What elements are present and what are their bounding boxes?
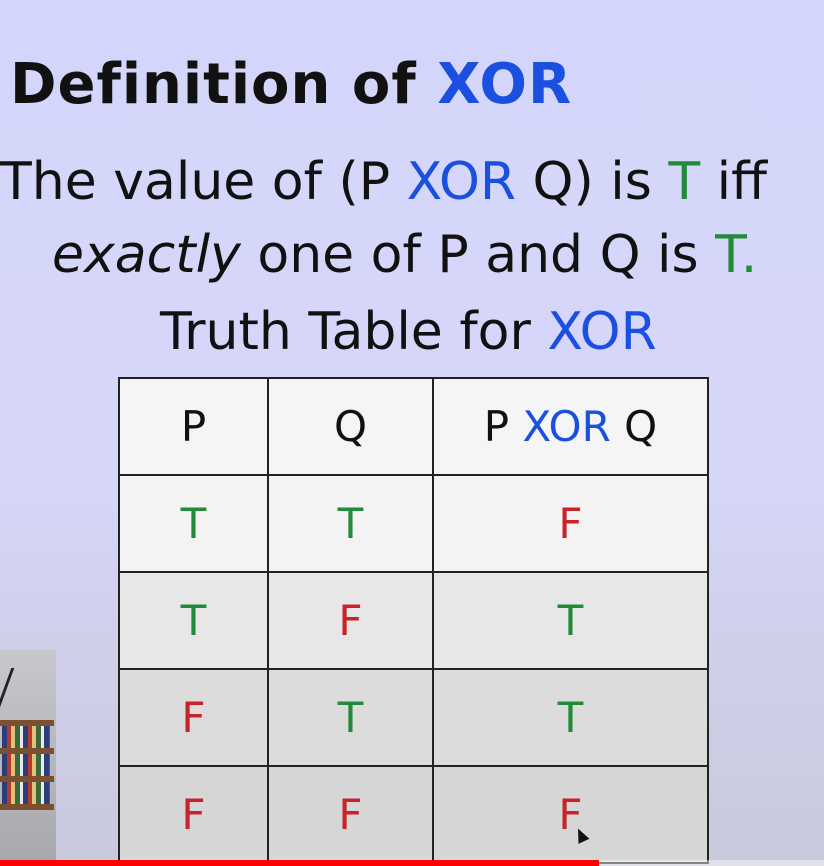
cell-p: F xyxy=(118,765,269,864)
definition-true-value: T xyxy=(668,152,701,212)
cell-p: F xyxy=(118,668,269,767)
header-p: P xyxy=(118,377,269,476)
bookshelf-books xyxy=(2,726,50,748)
cell-p: T xyxy=(118,571,269,670)
cell-result: F xyxy=(432,765,709,864)
table-row: F T T xyxy=(118,668,709,767)
bookshelf-books xyxy=(2,754,50,776)
definition-line-1: The value of (P XOR Q) is T iff xyxy=(0,152,767,212)
truth-table-title-keyword: XOR xyxy=(547,302,657,362)
definition-text: one of P and Q is xyxy=(240,225,716,285)
cell-q: T xyxy=(267,668,434,767)
bookshelf-books xyxy=(2,782,50,804)
video-progress-bar[interactable] xyxy=(0,860,824,866)
slide-title-keyword: XOR xyxy=(437,52,573,117)
header-p-xor-q: P XOR Q xyxy=(432,377,709,476)
cell-result: T xyxy=(432,571,709,670)
definition-operator: XOR xyxy=(406,152,516,212)
definition-text: iff xyxy=(700,152,767,212)
webcam-thumbnail xyxy=(0,650,56,860)
table-row: T F T xyxy=(118,571,709,670)
slide-title-text: Definition of xyxy=(10,52,438,117)
cell-q: F xyxy=(267,571,434,670)
truth-table-header-row: P Q P XOR Q xyxy=(118,377,709,476)
cell-result: F xyxy=(432,474,709,573)
truth-table: P Q P XOR Q T T F T F T F T T F F F xyxy=(118,377,709,864)
definition-line-2: exactly one of P and Q is T. xyxy=(52,225,757,285)
definition-emphasis: exactly xyxy=(52,225,241,285)
definition-period: . xyxy=(740,225,758,285)
truth-table-title-text: Truth Table for xyxy=(160,302,548,362)
cell-result: T xyxy=(432,668,709,767)
video-progress-fill xyxy=(0,860,600,866)
header-q: Q xyxy=(267,377,434,476)
cell-q: T xyxy=(267,474,434,573)
slide-title: Definition of XOR xyxy=(10,52,572,117)
definition-text: The value of (P xyxy=(0,152,407,212)
table-row: F F F xyxy=(118,765,709,864)
bookshelf-shelf xyxy=(0,804,54,810)
lamp-shape xyxy=(0,668,41,708)
truth-table-title: Truth Table for XOR xyxy=(160,302,657,362)
cell-p: T xyxy=(118,474,269,573)
definition-true-value: T xyxy=(715,225,741,285)
header-text: Q xyxy=(610,402,658,451)
cell-q: F xyxy=(267,765,434,864)
header-text: P xyxy=(483,402,523,451)
header-operator: XOR xyxy=(522,402,611,451)
table-row: T T F xyxy=(118,474,709,573)
definition-text: Q) is xyxy=(516,152,669,212)
